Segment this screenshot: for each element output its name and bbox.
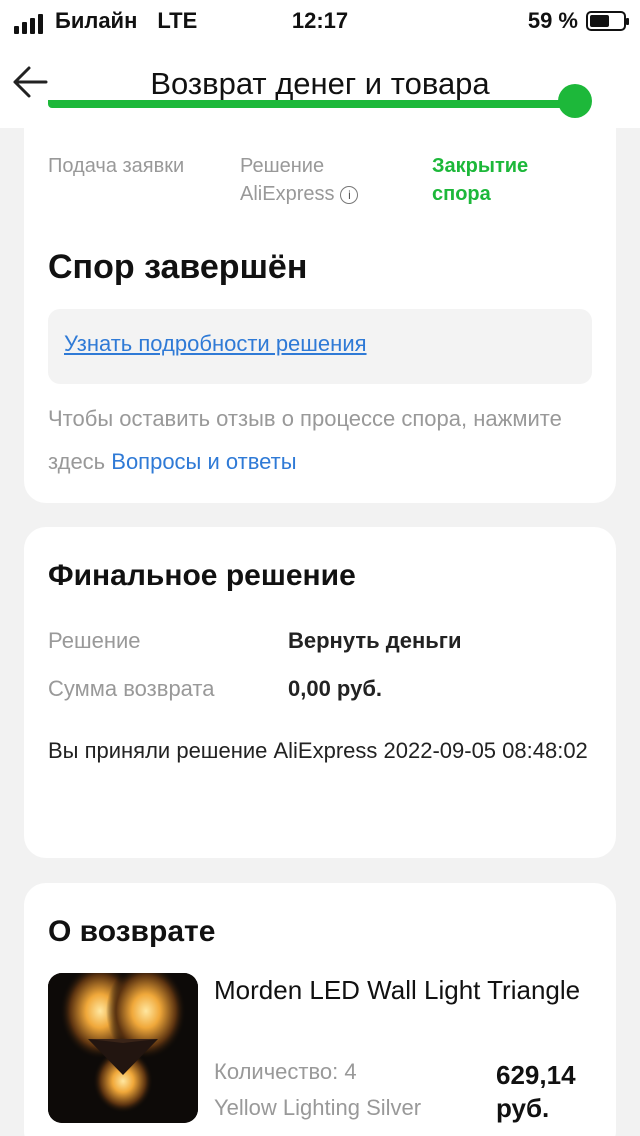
battery-percent: 59 % — [527, 8, 578, 33]
feedback-text: Чтобы оставить отзыв о процессе спора, н… — [48, 397, 592, 483]
decision-label: Решение — [48, 628, 141, 653]
faq-link[interactable]: Вопросы и ответы — [111, 449, 296, 474]
step-close: Закрытие спора — [432, 152, 528, 208]
progress-end-dot — [558, 84, 592, 118]
step-submit: Подача заявки — [48, 152, 184, 180]
info-icon[interactable]: i — [340, 186, 359, 204]
dispute-title: Спор завершён — [48, 248, 308, 286]
decision-note: Вы приняли решение AliExpress 2022-09-05… — [48, 738, 588, 763]
battery-fill — [590, 15, 609, 27]
product-name[interactable]: Morden LED Wall Light Triangle — [214, 975, 594, 1006]
refund-amount-label: Сумма возврата — [48, 676, 215, 701]
step-decision: Решение AliExpress i — [240, 152, 359, 208]
step-close-line1: Закрытие — [432, 155, 529, 177]
step-submit-label: Подача заявки — [48, 155, 185, 177]
battery-icon — [586, 11, 629, 31]
return-info-card: О возврате Morden LED Wall Light Triangl… — [24, 883, 616, 1136]
page: Билайн LTE 12:17 59 % Возврат денег и то… — [0, 0, 640, 1136]
progress-bar — [48, 100, 591, 108]
dispute-status-card: Подача заявки Решение AliExpress i Закрыт… — [24, 84, 616, 503]
product-price: 629,14 руб. — [496, 1060, 576, 1123]
details-box: Узнать подробности решения — [48, 309, 592, 384]
step-decision-line1: Решение — [240, 155, 325, 177]
step-decision-line2: AliExpress — [240, 183, 335, 205]
final-decision-title: Финальное решение — [48, 559, 356, 592]
return-info-title: О возврате — [48, 915, 216, 948]
final-decision-card: Финальное решение Решение Вернуть деньги… — [24, 527, 616, 858]
wall-lamp-icon — [48, 973, 198, 1123]
details-link[interactable]: Узнать подробности решения — [64, 331, 367, 357]
product-image[interactable] — [48, 973, 198, 1123]
page-title: Возврат денег и товара — [150, 66, 490, 101]
decision-value: Вернуть деньги — [288, 628, 462, 653]
refund-amount-value: 0,00 руб. — [288, 676, 383, 701]
status-bar: Билайн LTE 12:17 59 % — [0, 0, 640, 40]
product-quantity: Количество: 4 — [214, 1059, 357, 1084]
product-variant: Yellow Lighting Silver — [214, 1095, 422, 1120]
status-right: 59 % — [527, 8, 629, 34]
step-close-line2: спора — [432, 183, 491, 205]
